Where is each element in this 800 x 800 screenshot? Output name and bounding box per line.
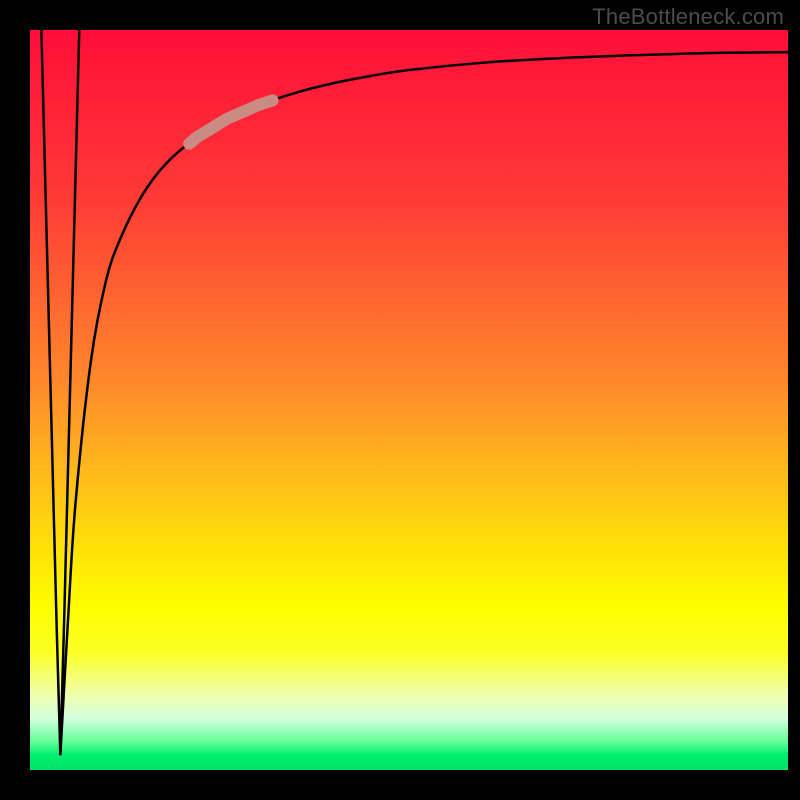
saturation-curve xyxy=(60,52,788,755)
spike-curve-path xyxy=(41,30,79,755)
spike-curve xyxy=(41,30,79,755)
plot-area xyxy=(30,30,788,770)
watermark-text: TheBottleneck.com xyxy=(592,4,784,30)
chart-frame: TheBottleneck.com xyxy=(0,0,800,800)
highlight-segment xyxy=(189,100,272,143)
saturation-curve-path xyxy=(60,52,788,755)
chart-svg xyxy=(30,30,788,770)
highlight-segment-path xyxy=(189,100,272,143)
